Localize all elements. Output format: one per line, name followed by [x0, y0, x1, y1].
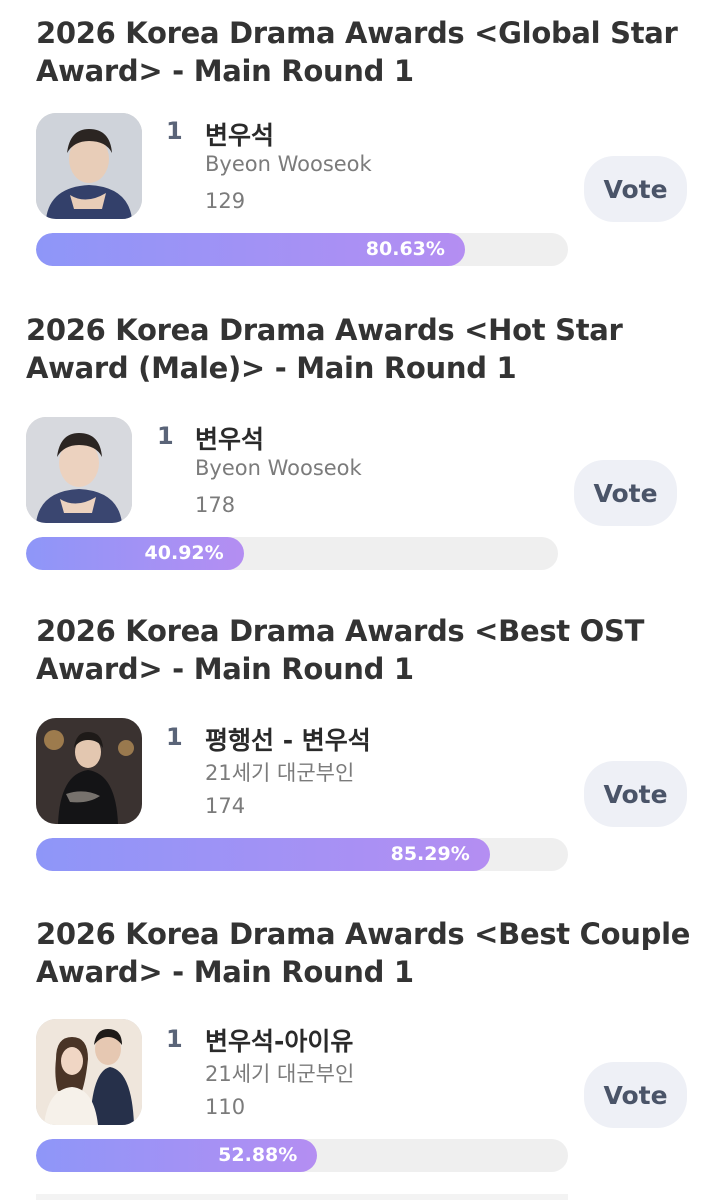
percent-label: 40.92%: [144, 542, 224, 564]
percent-label: 52.88%: [218, 1144, 298, 1166]
candidate-photo[interactable]: [36, 113, 142, 219]
candidate-subtitle: Byeon Wooseok: [205, 152, 372, 176]
progress-track: 52.88%: [36, 1139, 568, 1172]
candidate-name: 변우석-아이유: [205, 1027, 354, 1056]
card-title: 2026 Korea Drama Awards <Global Star Awa…: [36, 16, 678, 88]
progress-track: 85.29%: [36, 838, 568, 871]
percent-label: 85.29%: [390, 843, 470, 865]
vote-button[interactable]: Vote: [584, 761, 687, 827]
progress-track: 40.92%: [26, 537, 558, 570]
drama-title: 21세기 대군부인: [205, 1062, 355, 1086]
vote-count: 110: [205, 1095, 246, 1119]
couple-photo[interactable]: [36, 1019, 142, 1125]
vote-count: 129: [205, 189, 246, 213]
vote-button[interactable]: Vote: [584, 1062, 687, 1128]
rank-number: 1: [166, 117, 183, 145]
vote-count: 178: [195, 493, 236, 517]
progress-track: 80.63%: [36, 233, 568, 266]
rank-number: 1: [166, 723, 183, 751]
candidate-name: 변우석: [195, 425, 265, 454]
next-card-edge: [36, 1194, 568, 1200]
drama-title: 21세기 대군부인: [205, 761, 355, 785]
vote-count: 174: [205, 794, 246, 818]
track-title: 평행선 - 변우석: [205, 726, 371, 755]
card-title: 2026 Korea Drama Awards <Hot Star Award …: [26, 313, 623, 385]
album-cover[interactable]: [36, 718, 142, 824]
vote-button[interactable]: Vote: [584, 156, 687, 222]
candidate-photo[interactable]: [26, 417, 132, 523]
candidate-name: 변우석: [205, 121, 275, 150]
progress-fill: 85.29%: [36, 838, 490, 871]
card-title: 2026 Korea Drama Awards <Best OST Award>…: [36, 614, 645, 686]
card-title: 2026 Korea Drama Awards <Best Couple Awa…: [36, 917, 691, 989]
candidate-subtitle: Byeon Wooseok: [195, 456, 362, 480]
rank-number: 1: [157, 422, 174, 450]
progress-fill: 80.63%: [36, 233, 465, 266]
vote-button[interactable]: Vote: [574, 460, 677, 526]
progress-fill: 52.88%: [36, 1139, 318, 1172]
percent-label: 80.63%: [365, 238, 445, 260]
rank-number: 1: [166, 1025, 183, 1053]
progress-fill: 40.92%: [26, 537, 244, 570]
